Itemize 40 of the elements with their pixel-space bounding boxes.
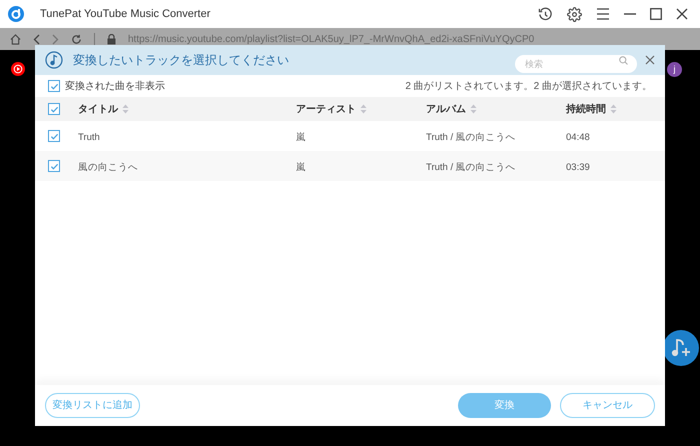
checkbox[interactable] [48,80,60,92]
home-icon[interactable] [10,34,21,44]
minimize-icon[interactable] [624,13,636,15]
table-cell: Truth [78,132,100,143]
lock-icon [107,34,116,44]
music-plus-icon [670,337,692,359]
menu-icon[interactable] [596,8,610,20]
reload-icon[interactable] [71,34,82,44]
table-row[interactable]: 風の向こうへ 嵐 Truth / 風の向こうへ 03:39 [35,151,665,181]
logo-icon [11,62,25,76]
hide-converted-label[interactable]: 変換された曲を非表示 [65,78,165,94]
maximize-icon[interactable] [650,8,662,20]
close-icon[interactable] [645,55,655,65]
column-header[interactable]: アルバム [426,102,466,116]
avatar[interactable]: j [667,62,682,77]
music-note-icon [45,51,63,69]
table-cell: 嵐 [296,132,306,143]
history-icon[interactable] [538,6,553,22]
checkbox[interactable] [48,160,60,172]
table-cell: Truth / 風の向こうへ [426,132,516,143]
search-icon [619,56,628,64]
table-cell: 風の向こうへ [78,162,138,173]
column-header[interactable]: アーティスト [296,102,356,116]
checkbox[interactable] [48,103,60,115]
table-cell: 03:39 [566,162,590,173]
add-music-button[interactable] [663,330,699,366]
settings-icon[interactable] [567,6,582,22]
checkbox[interactable] [48,130,60,142]
close-icon[interactable] [676,8,688,20]
table-cell: 04:48 [566,132,590,143]
column-header[interactable]: タイトル [78,102,118,116]
window-title: TunePat YouTube Music Converter [40,6,210,22]
app-logo-icon [8,6,24,22]
table-cell: 嵐 [296,162,306,173]
column-header[interactable]: 持続時間 [566,102,606,116]
status-text: 2 曲がリストされています。2 曲が選択されています。 [405,80,652,94]
search-field[interactable]: 検索 [515,55,637,73]
back-icon[interactable] [33,34,40,44]
dialog-title: 変換したいトラックを選択してください [73,52,289,69]
table-cell: Truth / 風の向こうへ [426,162,516,173]
